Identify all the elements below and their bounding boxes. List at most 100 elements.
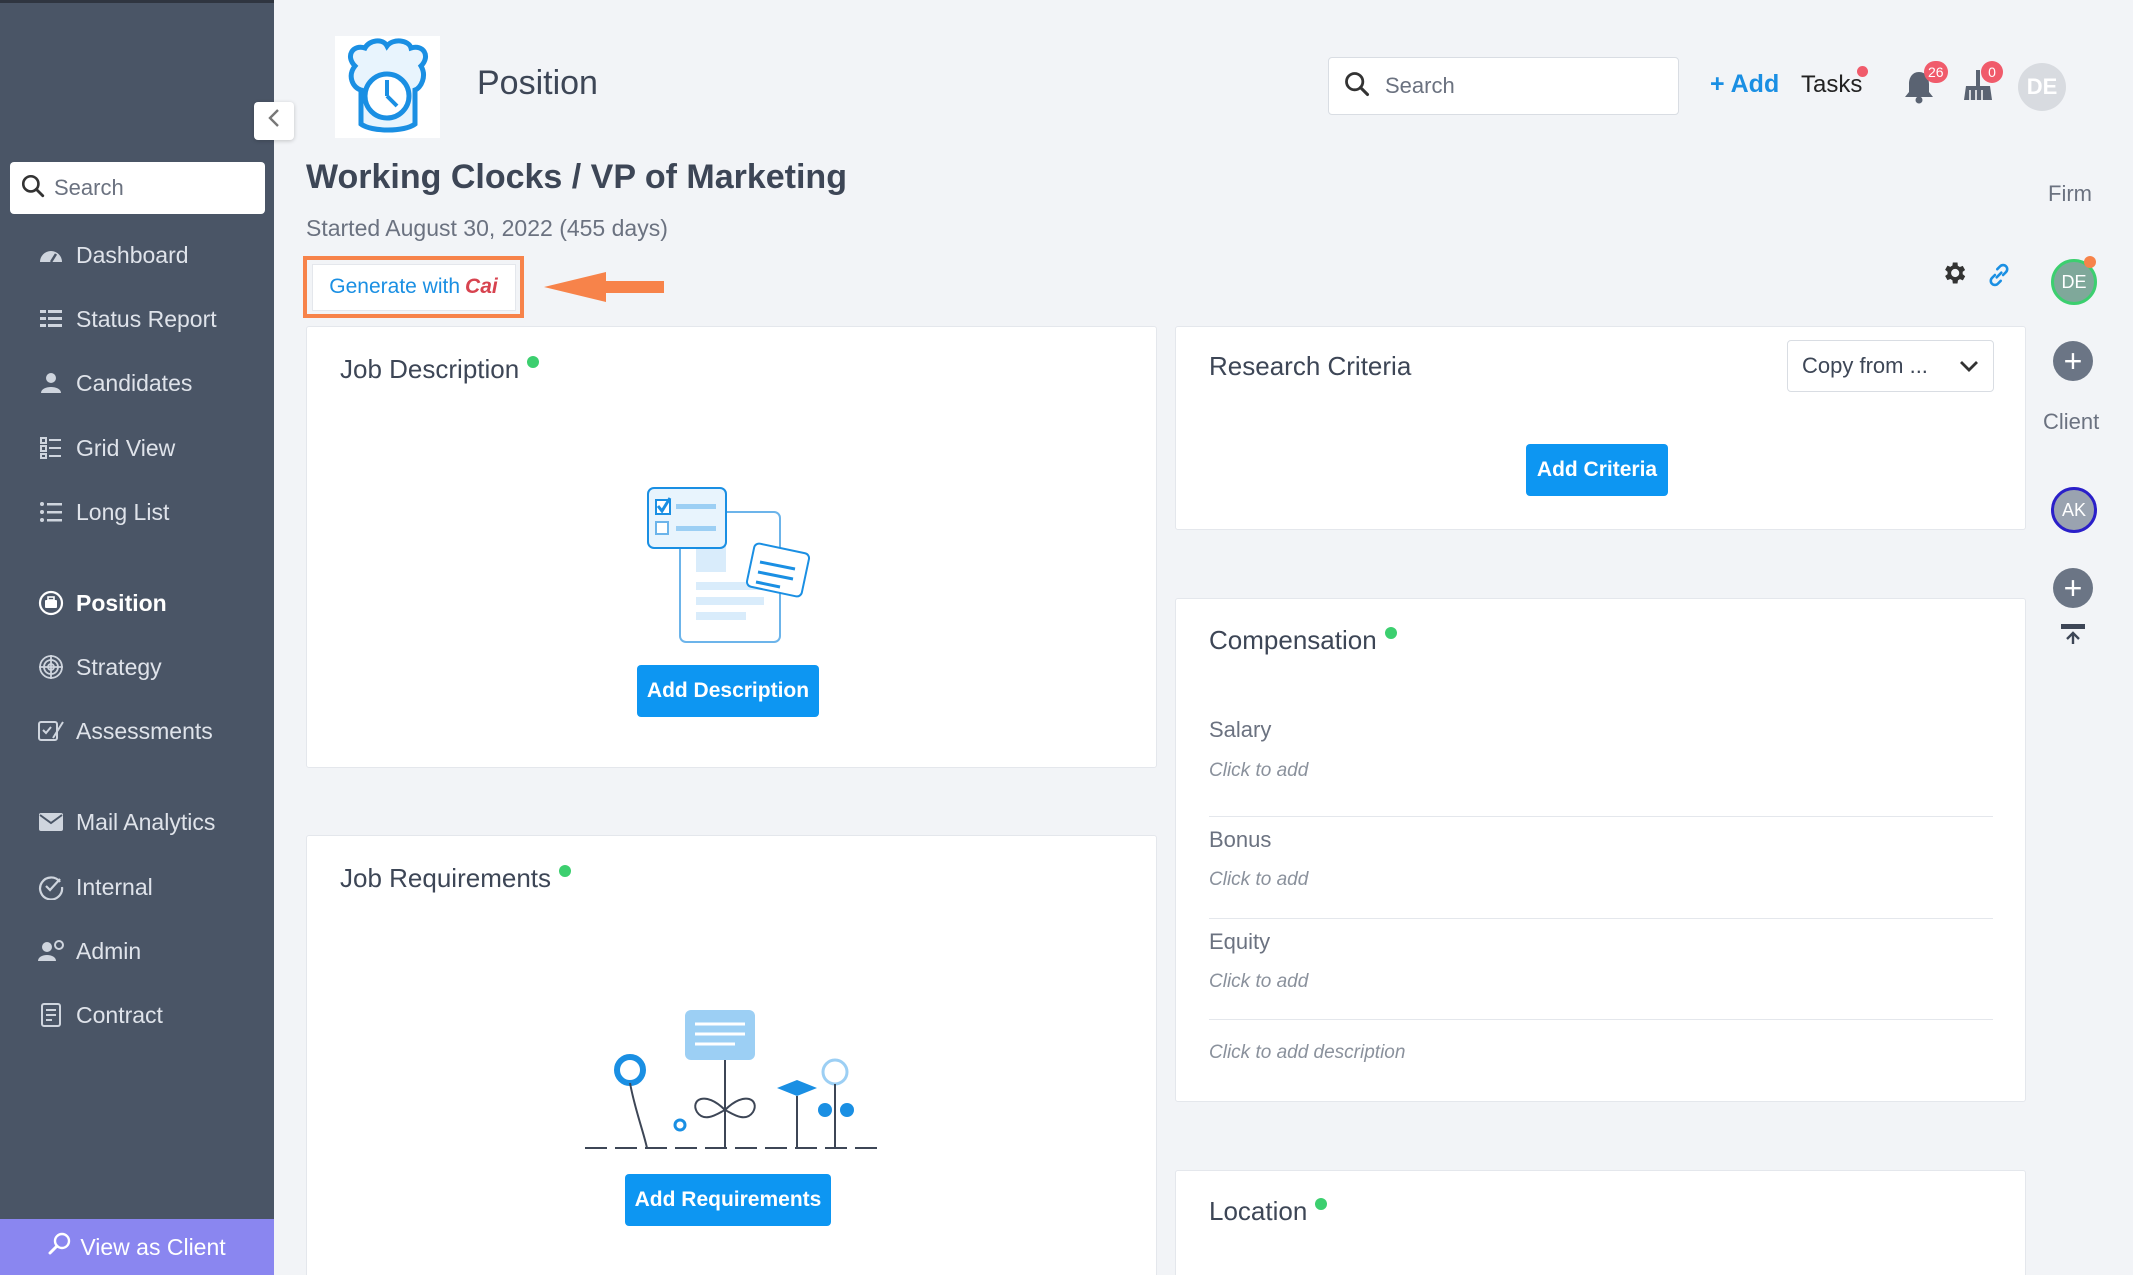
view-as-client-button[interactable]: View as Client	[0, 1219, 274, 1275]
sidebar-item-candidates[interactable]: Candidates	[36, 363, 192, 403]
sidebar-item-strategy[interactable]: Strategy	[36, 647, 162, 687]
user-avatar[interactable]: DE	[2018, 63, 2066, 111]
grid-list-icon	[36, 433, 66, 463]
sidebar-item-label: Dashboard	[76, 241, 189, 268]
list-icon	[36, 497, 66, 527]
sidebar-item-position[interactable]: Position	[36, 583, 167, 623]
growth-illustration	[585, 1000, 880, 1155]
bonus-label: Bonus	[1209, 827, 1272, 852]
sidebar-item-label: Internal	[76, 873, 153, 900]
compensation-description-field[interactable]: Click to add description	[1209, 1042, 1405, 1064]
salary-field[interactable]: Click to add	[1209, 760, 1308, 782]
salary-label: Salary	[1209, 717, 1272, 742]
add-description-button[interactable]: Add Description	[637, 665, 819, 717]
status-dot	[1315, 1198, 1328, 1210]
divider	[1209, 1019, 1993, 1020]
sidebar-item-label: Strategy	[76, 653, 162, 680]
page-name: Position	[477, 64, 598, 102]
view-as-client-label: View as Client	[80, 1233, 226, 1260]
client-avatar[interactable]: AK	[2051, 487, 2097, 533]
search-icon	[20, 173, 46, 204]
job-requirements-title: Job Requirements	[340, 863, 571, 894]
sidebar-item-status-report[interactable]: Status Report	[36, 299, 217, 339]
notifications-badge: 26	[1924, 61, 1948, 83]
sidebar-item-assessments[interactable]: Assessments	[36, 711, 213, 751]
firm-avatar-status-dot	[2084, 256, 2096, 268]
sidebar-item-label: Contract	[76, 1001, 163, 1028]
status-dot	[559, 865, 571, 877]
sidebar-item-label: Admin	[76, 937, 142, 964]
collapse-sidebar-button[interactable]	[254, 102, 294, 140]
sidebar-item-mail-analytics[interactable]: Mail Analytics	[36, 802, 215, 842]
link-icon[interactable]	[1985, 261, 2013, 294]
sidebar-item-label: Grid View	[76, 434, 176, 461]
admin-icon	[36, 936, 66, 966]
cai-brand-logo: Cai	[465, 275, 498, 298]
generate-label: Generate with	[329, 275, 461, 298]
copy-from-value: Copy from ...	[1802, 353, 1928, 378]
user-icon	[36, 368, 66, 398]
sidebar-item-long-list[interactable]: Long List	[36, 492, 169, 532]
mail-icon	[36, 807, 66, 837]
job-description-title-text: Job Description	[340, 354, 520, 384]
copy-from-select[interactable]: Copy from ...	[1787, 340, 1994, 392]
add-criteria-button[interactable]: Add Criteria	[1526, 444, 1668, 496]
generate-with-cai-button[interactable]: Generate with Cai	[311, 263, 516, 311]
compensation-card	[1175, 598, 2026, 1102]
header-search-input[interactable]: Search	[1328, 57, 1679, 115]
position-title: Working Clocks / VP of Marketing	[306, 158, 847, 196]
internal-icon	[36, 872, 66, 902]
gear-icon[interactable]	[1940, 259, 1968, 292]
tasks-link[interactable]: Tasks	[1801, 71, 1862, 99]
company-logo	[335, 36, 440, 138]
client-label: Client	[2043, 409, 2100, 434]
sidebar-item-label: Mail Analytics	[76, 808, 216, 835]
firm-label: Firm	[2048, 181, 2092, 206]
compensation-title-text: Compensation	[1209, 625, 1377, 655]
add-client-member-button[interactable]: +	[2053, 568, 2093, 608]
chevron-down-icon	[1959, 353, 1979, 379]
tasks-indicator-dot	[1857, 66, 1868, 77]
status-dot	[1384, 627, 1397, 639]
sidebar-item-label: Assessments	[76, 717, 213, 744]
sidebar-item-grid-view[interactable]: Grid View	[36, 428, 175, 468]
divider	[1209, 816, 1993, 817]
dashboard-icon	[36, 240, 66, 270]
arrow-left-icon	[544, 272, 664, 302]
location-title-text: Location	[1209, 1196, 1308, 1226]
sidebar-item-internal[interactable]: Internal	[36, 867, 153, 907]
search-icon	[1343, 70, 1371, 103]
position-started-date: Started August 30, 2022 (455 days)	[306, 215, 668, 241]
sidebar-item-label: Long List	[76, 498, 170, 525]
contract-icon	[36, 1000, 66, 1030]
status-report-icon	[36, 304, 66, 334]
sidebar-item-dashboard[interactable]: Dashboard	[36, 235, 189, 275]
sidebar-item-admin[interactable]: Admin	[36, 931, 141, 971]
target-icon	[36, 652, 66, 682]
sidebar-item-label: Status Report	[76, 305, 217, 332]
equity-field[interactable]: Click to add	[1209, 971, 1308, 993]
job-description-title: Job Description	[340, 354, 540, 385]
location-title: Location	[1209, 1196, 1328, 1227]
divider	[1209, 918, 1993, 919]
sidebar-search-input[interactable]: Search	[10, 162, 265, 214]
add-requirements-button[interactable]: Add Requirements	[625, 1174, 831, 1226]
position-icon	[36, 588, 66, 618]
cleanup-badge: 0	[1981, 61, 2003, 83]
compensation-title: Compensation	[1209, 625, 1397, 656]
sidebar-item-label: Position	[76, 589, 167, 616]
sidebar-search-placeholder: Search	[54, 175, 124, 200]
equity-label: Equity	[1209, 929, 1271, 954]
assessment-icon	[36, 716, 66, 746]
sidebar-item-contract[interactable]: Contract	[36, 995, 163, 1035]
sidebar-item-label: Candidates	[76, 369, 193, 396]
research-criteria-title: Research Criteria	[1209, 351, 1412, 381]
add-firm-member-button[interactable]: +	[2053, 341, 2093, 381]
add-button[interactable]: + Add	[1710, 70, 1779, 99]
collapse-rail-icon[interactable]	[2059, 622, 2087, 651]
bonus-field[interactable]: Click to add	[1209, 869, 1308, 891]
status-dot	[527, 356, 540, 368]
job-requirements-title-text: Job Requirements	[340, 863, 551, 893]
checklist-illustration	[640, 482, 820, 657]
chevron-left-icon	[267, 108, 281, 134]
